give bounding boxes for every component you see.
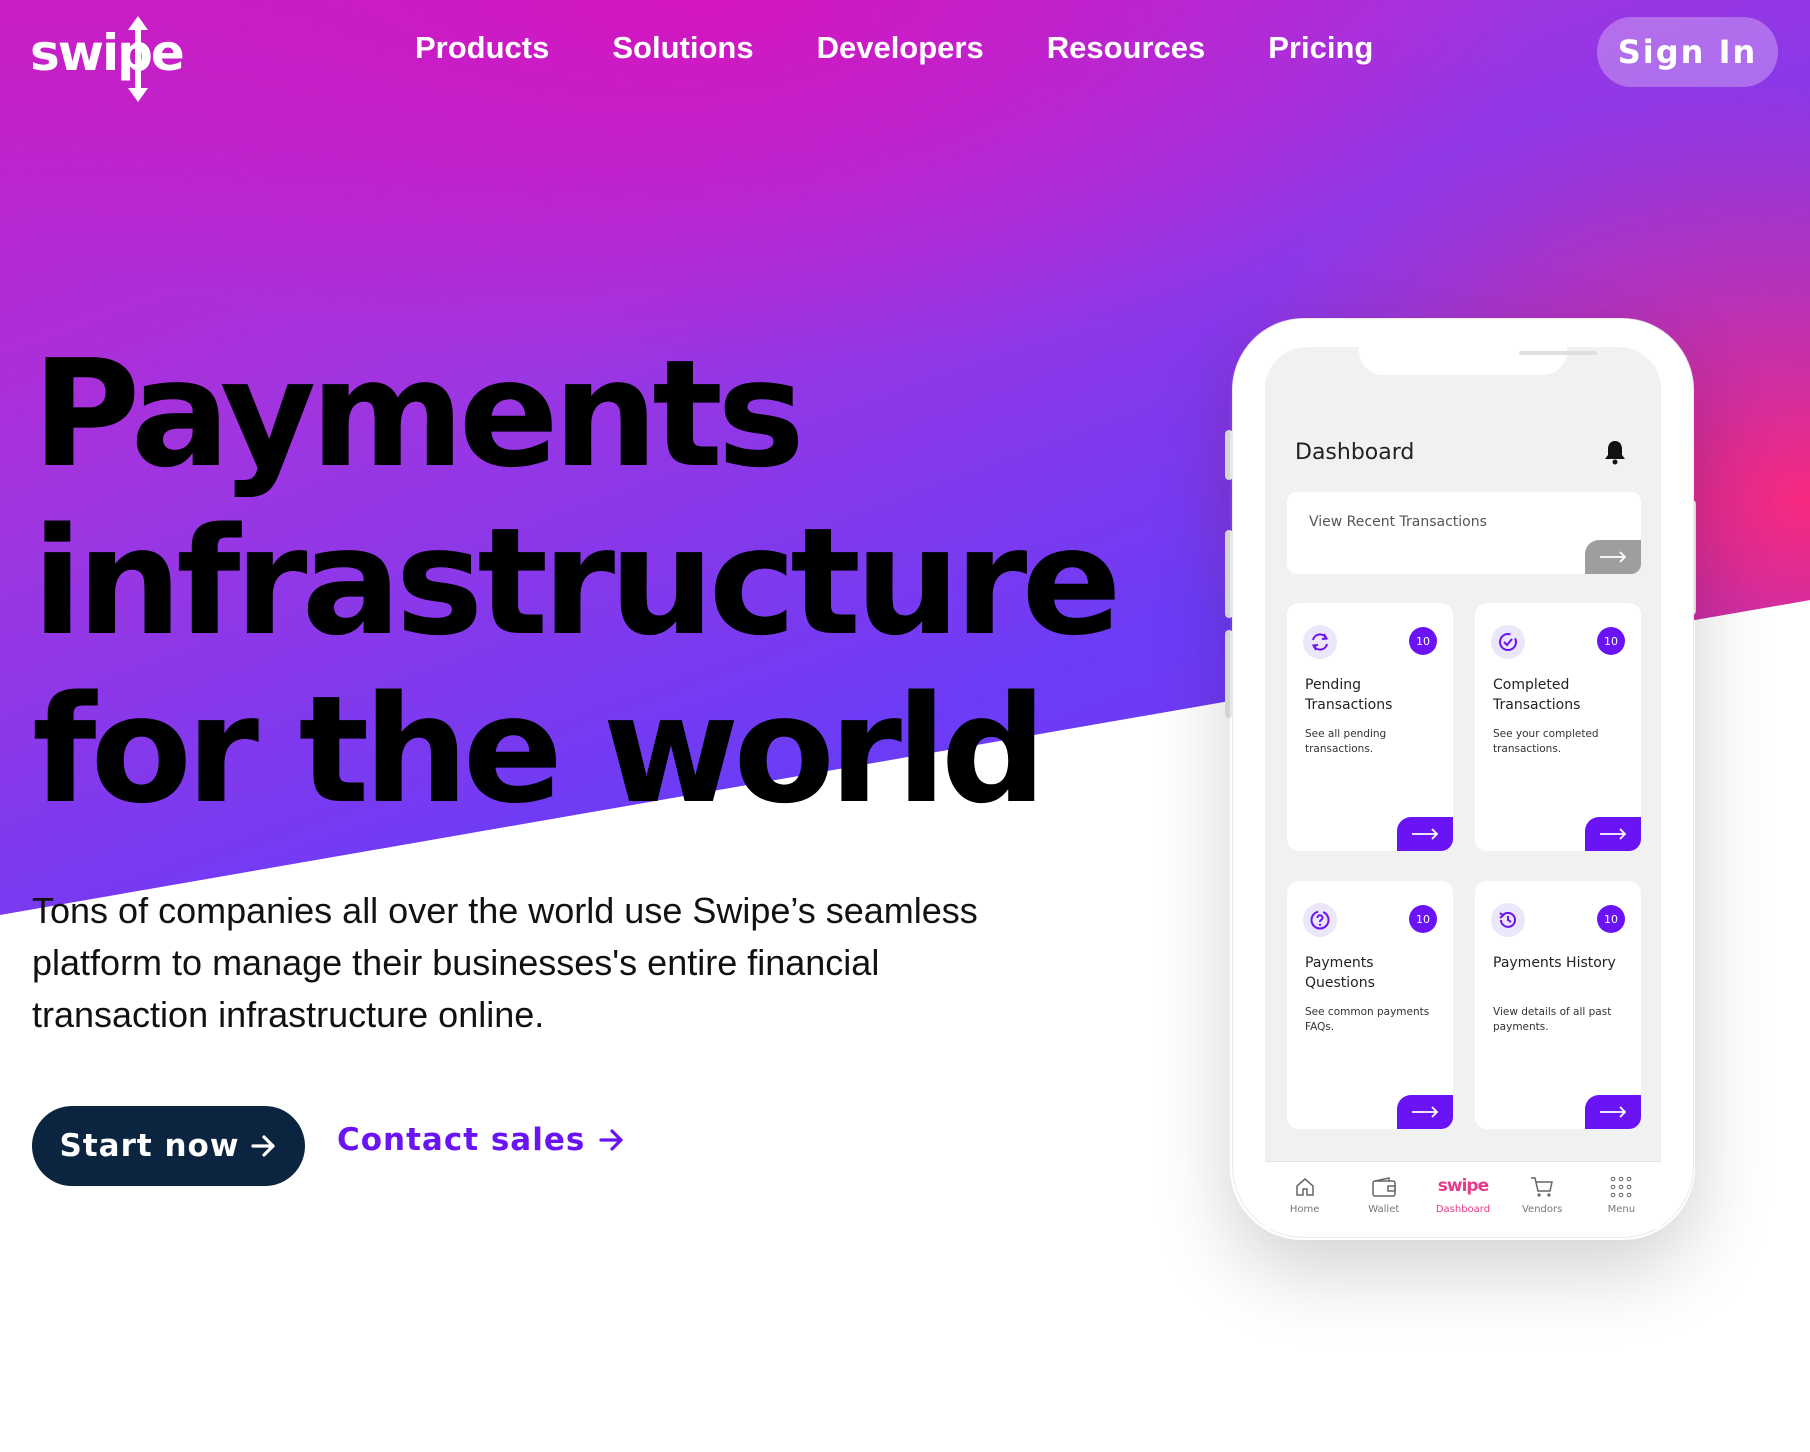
card-arrow-button[interactable] <box>1585 1095 1641 1129</box>
card-description: See all pending transactions. <box>1305 728 1387 755</box>
card-title: Completed Transactions <box>1493 677 1581 713</box>
bell-icon[interactable] <box>1603 439 1627 465</box>
tab-label: Dashboard <box>1435 1204 1491 1215</box>
card-arrow-button[interactable] <box>1585 817 1641 851</box>
count-badge: 10 <box>1409 627 1437 655</box>
nav-link-products[interactable]: Products <box>415 30 549 66</box>
home-icon <box>1295 1178 1314 1196</box>
count-badge: 10 <box>1597 627 1625 655</box>
arrow-right-icon <box>251 1135 276 1157</box>
card-title: Payments History <box>1493 955 1616 971</box>
grid-icon <box>1611 1176 1632 1198</box>
payments-history-card[interactable]: 10 Payments History View details of all … <box>1475 881 1641 1129</box>
nav-link-developers[interactable]: Developers <box>817 30 984 66</box>
headline-line-2: infrastructure <box>32 496 1122 668</box>
sync-icon <box>1303 625 1337 659</box>
count-badge: 10 <box>1597 905 1625 933</box>
check-circle-icon <box>1491 625 1525 659</box>
start-now-button[interactable]: Start now <box>32 1106 305 1186</box>
card-description: View details of all past payments. <box>1493 1006 1612 1033</box>
phone-mockup: Dashboard View Recent Transactions 10 Pe… <box>1232 318 1694 1238</box>
card-arrow-button[interactable] <box>1397 817 1453 851</box>
card-title: Pending Transactions <box>1305 677 1393 713</box>
completed-transactions-card[interactable]: 10 Completed Transactions See your compl… <box>1475 603 1641 851</box>
contact-sales-label: Contact sales <box>337 1122 586 1158</box>
tab-label: Menu <box>1607 1204 1636 1215</box>
top-navigation: swipe Products Solutions Developers Reso… <box>0 0 1810 105</box>
tab-vendors[interactable]: Vendors <box>1507 1176 1577 1215</box>
question-icon <box>1303 903 1337 937</box>
nav-link-solutions[interactable]: Solutions <box>612 30 753 66</box>
recent-arrow-button[interactable] <box>1585 540 1641 574</box>
card-arrow-button[interactable] <box>1397 1095 1453 1129</box>
card-description: See common payments FAQs. <box>1305 1006 1430 1033</box>
arrow-right-icon <box>1600 551 1627 563</box>
wallet-icon <box>1372 1177 1396 1197</box>
contact-sales-link[interactable]: Contact sales <box>337 1122 625 1158</box>
phone-tab-bar: Home Wallet swipe Dashboard Vendors Menu <box>1265 1161 1661 1229</box>
tab-home[interactable]: Home <box>1270 1176 1340 1215</box>
phone-notch <box>1359 347 1597 375</box>
pending-transactions-card[interactable]: 10 Pending Transactions See all pending … <box>1287 603 1453 851</box>
logo-arrow-icon <box>128 16 148 102</box>
payments-questions-card[interactable]: 10 Payments Questions See common payment… <box>1287 881 1453 1129</box>
nav-link-resources[interactable]: Resources <box>1047 30 1206 66</box>
arrow-right-icon <box>599 1129 623 1151</box>
phone-speaker <box>1519 351 1597 355</box>
cart-icon <box>1531 1177 1554 1197</box>
tab-dashboard[interactable]: swipe Dashboard <box>1428 1176 1498 1215</box>
swipe-logo: swipe <box>1437 1176 1489 1196</box>
recent-transactions-card[interactable]: View Recent Transactions <box>1287 492 1641 574</box>
sign-in-button[interactable]: Sign In <box>1597 17 1778 87</box>
arrow-right-icon <box>1412 828 1439 840</box>
history-icon <box>1491 903 1525 937</box>
phone-screen: Dashboard View Recent Transactions 10 Pe… <box>1265 347 1661 1189</box>
tab-wallet[interactable]: Wallet <box>1349 1176 1419 1215</box>
tab-label: Wallet <box>1368 1204 1400 1215</box>
tab-label: Vendors <box>1521 1204 1563 1215</box>
nav-links: Products Solutions Developers Resources … <box>415 30 1436 66</box>
arrow-right-icon <box>1412 1106 1439 1118</box>
arrow-right-icon <box>1600 828 1627 840</box>
card-title: Payments Questions <box>1305 955 1375 991</box>
dashboard-title: Dashboard <box>1295 440 1415 465</box>
recent-transactions-label: View Recent Transactions <box>1309 514 1487 530</box>
nav-link-pricing[interactable]: Pricing <box>1268 30 1373 66</box>
start-now-label: Start now <box>59 1128 240 1164</box>
tab-label: Home <box>1289 1204 1320 1215</box>
headline-line-3: for the world <box>32 664 1047 836</box>
swipe-logo[interactable]: swipe <box>30 16 185 102</box>
arrow-right-icon <box>1600 1106 1627 1118</box>
logo-text: swipe <box>30 24 185 82</box>
hero-subtext: Tons of companies all over the world use… <box>32 890 978 1035</box>
count-badge: 10 <box>1409 905 1437 933</box>
card-description: See your completed transactions. <box>1493 728 1599 755</box>
tab-menu[interactable]: Menu <box>1586 1176 1656 1215</box>
headline-line-1: Payments <box>32 328 805 500</box>
hero-headline: Payments infrastructure for the world <box>32 328 1122 836</box>
